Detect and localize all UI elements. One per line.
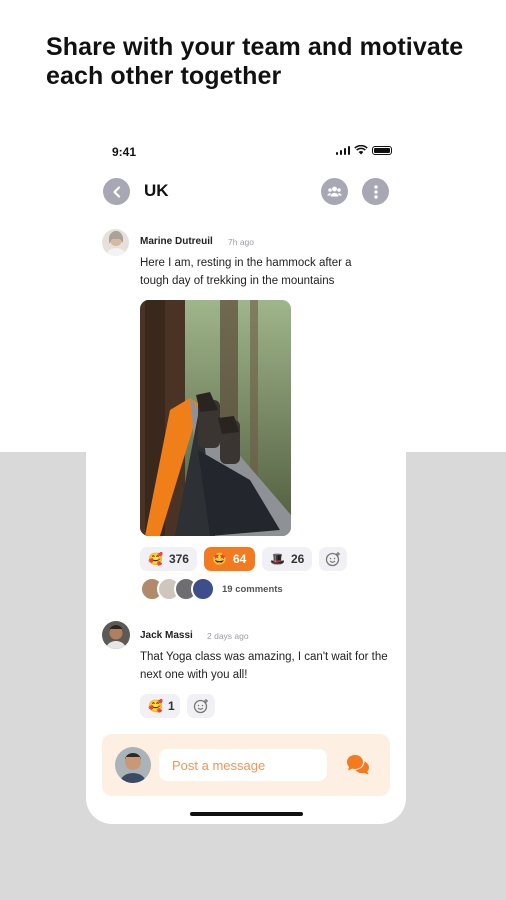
add-emoji-icon: [193, 699, 208, 714]
avatar-jack[interactable]: [102, 621, 130, 649]
home-indicator: [190, 812, 303, 816]
status-time: 9:41: [112, 145, 137, 159]
message-composer: [102, 734, 390, 796]
battery-icon: [372, 145, 392, 155]
smiling-hearts-icon: 🥰: [148, 699, 163, 713]
avatar-current-user: [115, 747, 151, 783]
reaction-love[interactable]: 🥰 1: [140, 694, 180, 718]
post-text: Here I am, resting in the hammock after …: [140, 257, 352, 287]
commenter-avatars[interactable]: [140, 577, 220, 601]
reaction-count: 1: [167, 699, 175, 713]
top-hat-icon: 🎩: [270, 552, 285, 566]
group-title: UK: [144, 181, 169, 200]
reaction-count: 64: [232, 552, 247, 566]
send-message-button[interactable]: [345, 752, 371, 778]
star-struck-icon: 🤩: [212, 552, 227, 566]
hammock-feet-forest-photo: [140, 300, 291, 536]
message-input[interactable]: [159, 749, 327, 781]
post-author[interactable]: Marine Dutreuil: [140, 236, 213, 247]
back-button[interactable]: [103, 178, 130, 205]
post-text: That Yoga class was amazing, I can't wai…: [140, 651, 388, 681]
post-author[interactable]: Jack Massi: [140, 630, 193, 641]
users-icon: [327, 186, 342, 197]
reaction-top-hat[interactable]: 🎩 26: [262, 547, 312, 571]
add-reaction-button[interactable]: [187, 694, 215, 718]
phone-screen: 9:41 UK Marine Dutreuil 7h ago Here I am…: [86, 128, 406, 824]
reaction-star-struck[interactable]: 🤩 64: [204, 547, 255, 571]
comments-link[interactable]: 19 comments: [222, 584, 283, 595]
more-options-button[interactable]: [362, 178, 389, 205]
more-vertical-icon: [373, 184, 378, 199]
signal-icon: [335, 145, 350, 155]
post-photo[interactable]: [140, 300, 291, 536]
post-time: 7h ago: [228, 237, 254, 247]
post-time: 2 days ago: [207, 631, 249, 641]
reaction-count: 376: [168, 552, 189, 566]
chat-bubbles-icon: [347, 755, 369, 775]
team-members-button[interactable]: [321, 178, 348, 205]
avatar: [191, 577, 215, 601]
add-reaction-button[interactable]: [319, 547, 347, 571]
promo-headline: Share with your team and motivate each o…: [46, 33, 464, 90]
chevron-left-icon: [112, 185, 120, 198]
reaction-love[interactable]: 🥰 376: [140, 547, 197, 571]
avatar-marine[interactable]: [102, 229, 129, 256]
smiling-hearts-icon: 🥰: [148, 552, 163, 566]
reaction-count: 26: [290, 552, 305, 566]
wifi-icon: [354, 145, 368, 155]
status-icons: [335, 145, 392, 155]
add-emoji-icon: [325, 552, 340, 567]
